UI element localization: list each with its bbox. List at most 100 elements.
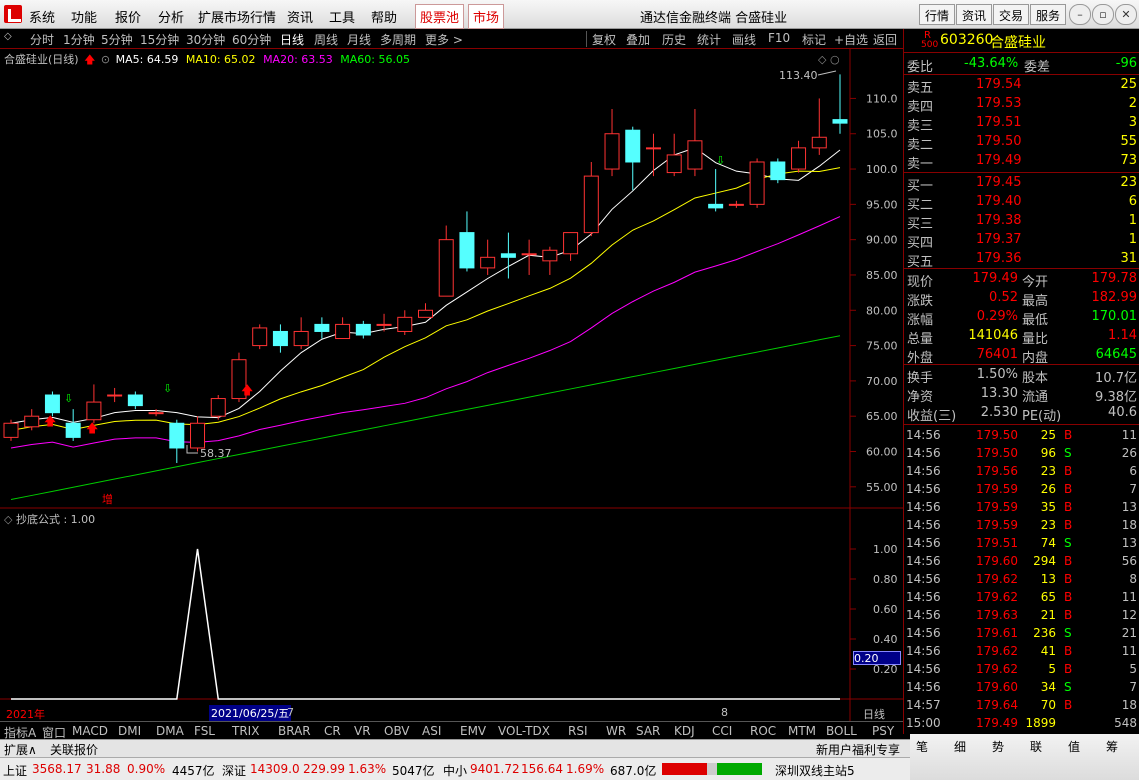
menu-quote[interactable]: 报价 — [115, 7, 141, 26]
maximize-icon[interactable]: ▫ — [1092, 4, 1114, 25]
indicator-tab[interactable]: VOL-TDX — [498, 724, 550, 738]
tick-direction: B — [1064, 482, 1073, 496]
indicator-tab[interactable]: DMA — [156, 724, 184, 738]
ask-row[interactable]: 卖一 179.49 73 — [904, 152, 1139, 172]
add-favorite-button[interactable]: +自选 — [834, 31, 868, 48]
stat-value: 179.78 — [1091, 271, 1138, 286]
bid-row[interactable]: 买四 179.37 1 — [904, 231, 1139, 251]
menu-info[interactable]: 资讯 — [287, 7, 313, 26]
promo-link[interactable]: 新用户福利专享 — [816, 741, 900, 758]
indicator-tab[interactable]: WR — [606, 724, 626, 738]
panel-tab[interactable]: 联 — [1030, 738, 1042, 755]
ask-row[interactable]: 卖五 179.54 25 — [904, 76, 1139, 96]
adjust-button[interactable]: 复权 — [592, 31, 616, 48]
period-1min[interactable]: 1分钟 — [63, 31, 95, 48]
menu-tools[interactable]: 工具 — [329, 7, 355, 26]
trade-tab-button[interactable]: 交易 — [993, 4, 1030, 25]
bid-row[interactable]: 买三 179.38 1 — [904, 212, 1139, 232]
ask-price: 179.51 — [976, 115, 1022, 130]
indicator-tab[interactable]: RSI — [568, 724, 588, 738]
period-60min[interactable]: 60分钟 — [232, 31, 271, 48]
indicator-tab[interactable]: OBV — [384, 724, 410, 738]
indicator-tab[interactable]: ASI — [422, 724, 441, 738]
period-multi[interactable]: 多周期 — [380, 31, 416, 48]
indicator-tab[interactable]: CCI — [712, 724, 732, 738]
overlay-button[interactable]: 叠加 — [626, 31, 650, 48]
history-button[interactable]: 历史 — [662, 31, 686, 48]
candle-body — [376, 323, 392, 326]
panel-tab[interactable]: 势 — [992, 738, 1004, 755]
indicator-tab[interactable]: SAR — [636, 724, 660, 738]
f10-button[interactable]: F10 — [768, 31, 790, 45]
indicator-tab[interactable]: CR — [324, 724, 341, 738]
menu-ext-market[interactable]: 扩展市场行情 — [198, 7, 276, 26]
panel-tab[interactable]: 细 — [954, 738, 966, 755]
tick-price: 179.62 — [976, 644, 1018, 658]
tick-volume: 236 — [1033, 626, 1056, 640]
indicator-tab[interactable]: TRIX — [232, 724, 259, 738]
panel-tab[interactable]: 值 — [1068, 738, 1080, 755]
indicator-tab[interactable]: PSY — [872, 724, 894, 738]
bid-row[interactable]: 买一 179.45 23 — [904, 174, 1139, 194]
menu-analysis[interactable]: 分析 — [158, 7, 184, 26]
ask-row[interactable]: 卖三 179.51 3 — [904, 114, 1139, 134]
ma20-line — [10, 216, 841, 449]
tick-direction: B — [1064, 644, 1073, 658]
ask-row[interactable]: 卖二 179.50 55 — [904, 133, 1139, 153]
indicator-options-icon[interactable]: ◇ — [4, 513, 12, 526]
bid-row[interactable]: 买五 179.36 31 — [904, 250, 1139, 270]
draw-button[interactable]: 画线 — [732, 31, 756, 48]
tick-row: 14:56 179.50 96 S 26 — [904, 444, 1139, 462]
related-quote-button[interactable]: 关联报价 — [50, 741, 98, 758]
indicator-tab[interactable]: FSL — [194, 724, 215, 738]
period-monthly[interactable]: 月线 — [347, 31, 371, 48]
period-daily[interactable]: 日线 — [280, 31, 304, 48]
period-weekly[interactable]: 周线 — [314, 31, 338, 48]
menu-system[interactable]: 系统 — [29, 7, 55, 26]
period-15min[interactable]: 15分钟 — [140, 31, 179, 48]
back-button[interactable]: 返回 — [873, 31, 897, 48]
minimize-icon[interactable]: – — [1069, 4, 1091, 25]
indicator-tab[interactable]: MACD — [72, 724, 108, 738]
candle-body — [3, 422, 19, 438]
tick-row: 14:56 179.59 35 B 13 — [904, 498, 1139, 516]
close-icon[interactable]: ✕ — [1115, 4, 1137, 25]
stat-value: 76401 — [976, 347, 1018, 362]
menu-help[interactable]: 帮助 — [371, 7, 397, 26]
indicator-tab[interactable]: VR — [354, 724, 371, 738]
menu-function[interactable]: 功能 — [71, 7, 97, 26]
period-5min[interactable]: 5分钟 — [101, 31, 133, 48]
panel-tab[interactable]: 筹 — [1106, 738, 1118, 755]
tick-direction: B — [1064, 608, 1073, 622]
sell-arrow-icon: ⇩ — [163, 382, 172, 395]
period-30min[interactable]: 30分钟 — [186, 31, 225, 48]
indicator-tab[interactable]: DMI — [118, 724, 141, 738]
quote-tab-button[interactable]: 行情 — [919, 4, 956, 25]
indicator-tab[interactable]: ROC — [750, 724, 776, 738]
stat-value: 40.6 — [1108, 405, 1137, 420]
tick-time: 14:56 — [906, 464, 941, 478]
indicator-tab[interactable]: EMV — [460, 724, 486, 738]
stock-pool-button[interactable]: 股票池 — [415, 4, 465, 29]
ask-row[interactable]: 卖四 179.53 2 — [904, 95, 1139, 115]
sh-label: 上证 — [3, 764, 28, 778]
indicator-tab[interactable]: BOLL — [826, 724, 857, 738]
chart-options-icon[interactable]: ◇ ○ — [818, 53, 840, 66]
bid-row[interactable]: 买二 179.40 6 — [904, 193, 1139, 213]
indicator-tab[interactable]: KDJ — [674, 724, 695, 738]
mark-button[interactable]: 标记 — [802, 31, 826, 48]
tick-row: 14:56 179.60 34 S 7 — [904, 678, 1139, 696]
toolbar-expand-icon[interactable]: ◇ — [4, 31, 12, 42]
panel-tab[interactable]: 笔 — [916, 738, 928, 755]
info-tab-button[interactable]: 资讯 — [956, 4, 993, 25]
indicator-tab[interactable]: BRAR — [278, 724, 311, 738]
kline-chart[interactable]: 110.0 105.0 100.0 95.00 90.00 85.00 80.00 75.00… — [0, 49, 903, 721]
period-fenshi[interactable]: 分时 — [30, 31, 54, 48]
indicator-tab[interactable]: MTM — [788, 724, 816, 738]
statistics-button[interactable]: 统计 — [697, 31, 721, 48]
expand-button[interactable]: 扩展∧ — [4, 741, 37, 758]
period-more[interactable]: 更多 > — [425, 31, 463, 48]
service-tab-button[interactable]: 服务 — [1030, 4, 1067, 25]
market-button[interactable]: 市场 — [468, 4, 505, 29]
zx-pct: 1.69% — [566, 762, 605, 776]
